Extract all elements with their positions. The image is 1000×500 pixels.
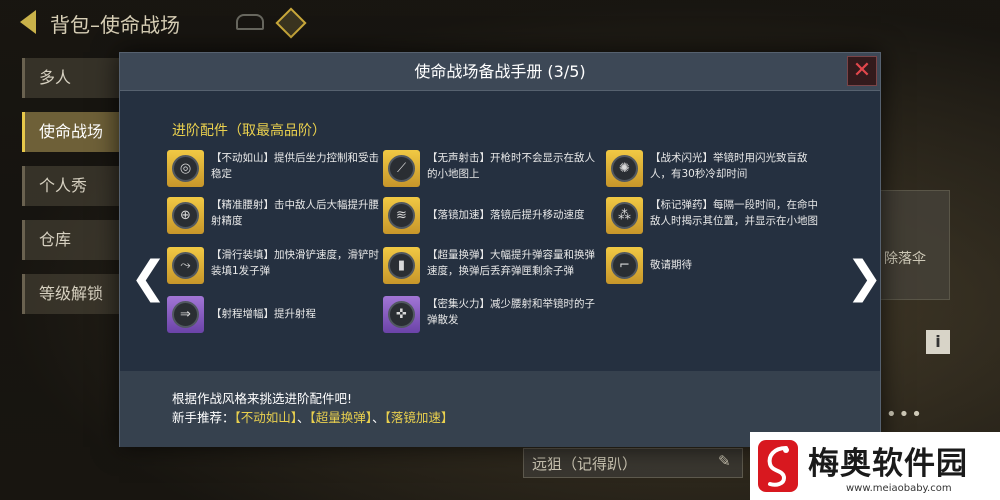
parachute-label: 除落伞 bbox=[884, 251, 926, 267]
more-dots-icon[interactable]: ••• bbox=[886, 404, 924, 425]
perk-description: 【落镜加速】落镜后提升移动速度 bbox=[427, 209, 585, 221]
steadfast-icon: ◎ bbox=[167, 150, 204, 187]
info-icon[interactable]: i bbox=[926, 330, 950, 354]
recommend-item: 【超量换弹】 bbox=[309, 410, 373, 425]
back-arrow-icon[interactable] bbox=[20, 10, 36, 34]
modal-header: 使命战场备战手册 (3/5) ✕ bbox=[120, 53, 880, 91]
perk-description: 敬请期待 bbox=[650, 259, 692, 271]
recommend-line: 新手推荐：【不动如山】、【超量换弹】、【落镜加速】 bbox=[172, 407, 453, 426]
recommend-separator: 、 bbox=[372, 410, 385, 425]
perk-item[interactable]: ⁂ 【标记弹药】每隔一段时间，在命中敌人时揭示其位置，并显示在小地图 bbox=[606, 197, 818, 237]
overload-magazine-icon: ▮ bbox=[383, 247, 420, 284]
marker-round-icon: ⁂ bbox=[606, 197, 643, 234]
focused-fire-icon: ✜ bbox=[383, 296, 420, 333]
coming-soon-icon: ⌐ bbox=[606, 247, 643, 284]
perk-description: 【精准腰射】击中敌人后大幅提升腰射精度 bbox=[211, 199, 379, 227]
side-item-profile[interactable]: 个人秀 bbox=[22, 166, 122, 206]
ads-speed-icon: ≋ bbox=[383, 197, 420, 234]
perk-description: 【射程增幅】提升射程 bbox=[211, 308, 316, 320]
handbook-modal: 使命战场备战手册 (3/5) ✕ 进阶配件（取最高品阶） ❮ ❯ ◎ 【不动如山… bbox=[119, 52, 883, 447]
perk-item[interactable]: ≋ 【落镜加速】落镜后提升移动速度 bbox=[383, 197, 593, 237]
loadout-name-text: 远狙（记得趴） bbox=[532, 455, 638, 473]
close-button[interactable]: ✕ bbox=[847, 56, 877, 86]
watermark-url: www.meiaobaby.com bbox=[846, 483, 952, 494]
perk-description: 【不动如山】提供后坐力控制和受击稳定 bbox=[211, 152, 379, 180]
tactical-flash-icon: ✺ bbox=[606, 150, 643, 187]
dragon-logo-icon bbox=[758, 440, 798, 492]
edit-icon[interactable]: ✎ bbox=[718, 452, 731, 470]
modal-title: 使命战场备战手册 (3/5) bbox=[414, 62, 586, 81]
perk-item[interactable]: ⇒ 【射程增幅】提升射程 bbox=[167, 296, 377, 336]
wing-icon bbox=[236, 14, 264, 30]
perk-item[interactable]: ✜ 【密集火力】减少腰射和举镜时的子弹散发 bbox=[383, 296, 595, 336]
perk-description: 【超量换弹】大幅提升弹容量和换弹速度，换弹后丢弃弹匣剩余子弹 bbox=[427, 249, 595, 277]
section-title: 进阶配件（取最高品阶） bbox=[172, 123, 326, 139]
recommend-item: 【落镜加速】 bbox=[384, 410, 454, 425]
back-title: 背包–使命战场 bbox=[50, 13, 180, 37]
crosshair-icon: ⊕ bbox=[167, 197, 204, 234]
perk-description: 【滑行装填】加快滑铲速度，滑铲时装填1发子弹 bbox=[211, 249, 379, 277]
parachute-panel[interactable] bbox=[880, 190, 950, 300]
side-item-warehouse[interactable]: 仓库 bbox=[22, 220, 122, 260]
watermark: 梅奥软件园 www.meiaobaby.com bbox=[750, 432, 1000, 500]
perk-description: 【密集火力】减少腰射和举镜时的子弹散发 bbox=[427, 298, 595, 326]
slide-reload-icon: ⤳ bbox=[167, 247, 204, 284]
perk-item[interactable]: ⟋ 【无声射击】开枪时不会显示在敌人的小地图上 bbox=[383, 150, 595, 190]
range-boost-icon: ⇒ bbox=[167, 296, 204, 333]
perk-item[interactable]: ✺ 【战术闪光】举镜时用闪光致盲敌人，有30秒冷却时间 bbox=[606, 150, 816, 190]
perk-description: 【无声射击】开枪时不会显示在敌人的小地图上 bbox=[427, 152, 595, 180]
silencer-icon: ⟋ bbox=[383, 150, 420, 187]
perk-description: 【战术闪光】举镜时用闪光致盲敌人，有30秒冷却时间 bbox=[650, 152, 808, 180]
next-page-icon[interactable]: ❯ bbox=[846, 256, 883, 300]
perk-description: 【标记弹药】每隔一段时间，在命中敌人时揭示其位置，并显示在小地图 bbox=[650, 199, 818, 227]
side-item-multiplayer[interactable]: 多人 bbox=[22, 58, 122, 98]
perk-item[interactable]: ⤳ 【滑行装填】加快滑铲速度，滑铲时装填1发子弹 bbox=[167, 247, 379, 287]
prev-page-icon[interactable]: ❮ bbox=[130, 256, 167, 300]
perk-item[interactable]: ◎ 【不动如山】提供后坐力控制和受击稳定 bbox=[167, 150, 379, 190]
perk-item[interactable]: ⌐ 敬请期待 bbox=[606, 247, 816, 287]
tip-line: 根据作战风格来挑选进阶配件吧! bbox=[172, 391, 353, 406]
perk-item[interactable]: ⊕ 【精准腰射】击中敌人后大幅提升腰射精度 bbox=[167, 197, 379, 237]
recommend-item: 【不动如山】 bbox=[234, 410, 298, 425]
side-item-battle-royale[interactable]: 使命战场 bbox=[22, 112, 122, 152]
perk-item[interactable]: ▮ 【超量换弹】大幅提升弹容量和换弹速度，换弹后丢弃弹匣剩余子弹 bbox=[383, 247, 595, 287]
recommend-separator: 、 bbox=[297, 410, 310, 425]
top-bar: 背包–使命战场 bbox=[0, 0, 1000, 48]
watermark-title: 梅奥软件园 bbox=[808, 446, 968, 482]
side-menu: 多人 使命战场 个人秀 仓库 等级解锁 bbox=[22, 58, 122, 328]
recommend-prefix: 新手推荐： bbox=[172, 410, 235, 425]
side-item-level-unlock[interactable]: 等级解锁 bbox=[22, 274, 122, 314]
diamond-badge-icon bbox=[275, 7, 307, 39]
modal-body: 进阶配件（取最高品阶） ❮ ❯ ◎ 【不动如山】提供后坐力控制和受击稳定 ⟋ 【… bbox=[120, 91, 883, 371]
